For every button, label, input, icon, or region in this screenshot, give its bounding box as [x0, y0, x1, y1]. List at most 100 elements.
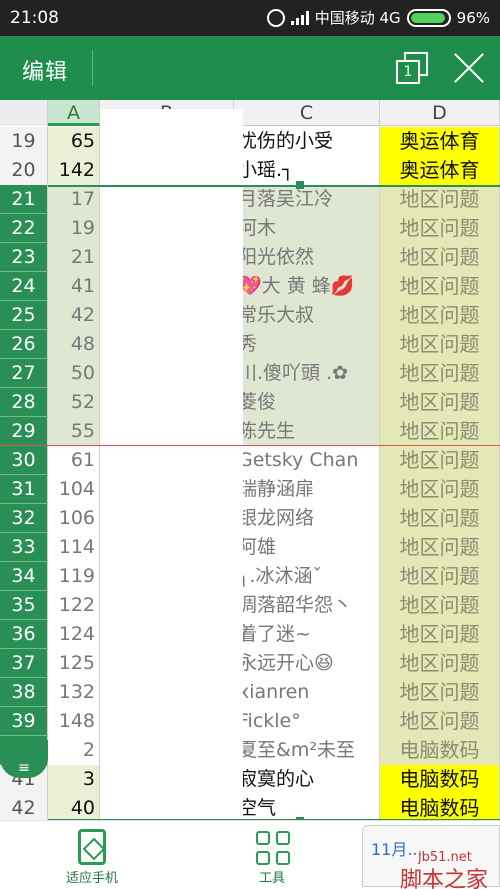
cell-c[interactable]: 河木 — [234, 214, 380, 243]
table-row[interactable]: 38 132 xianren 地区问题 — [0, 678, 500, 707]
table-row[interactable]: 35 122 凋落韶华怨丶 地区问题 — [0, 591, 500, 620]
cell-a[interactable]: 50 — [48, 359, 100, 388]
table-row[interactable]: 36 124 着了迷~ 地区问题 — [0, 620, 500, 649]
table-row[interactable]: 402夏至&m²未至电脑数码 — [0, 736, 500, 765]
cell-d[interactable]: 地区问题 — [380, 475, 500, 504]
cell-a[interactable]: 122 — [48, 591, 100, 620]
cell-c[interactable]: 着了迷~ — [234, 620, 380, 649]
cell-d[interactable]: 地区问题 — [380, 446, 500, 475]
cell-a[interactable]: 3 — [48, 765, 100, 794]
table-row[interactable]: 31 104 瑞静涵扉 地区问题 — [0, 475, 500, 504]
table-row[interactable]: 30 61 Getsky Chan 地区问题 — [0, 446, 500, 475]
cell-a[interactable]: 19 — [48, 214, 100, 243]
row-number[interactable]: 24 — [0, 272, 48, 301]
table-row[interactable]: 29 55 陈先生 地区问题 — [0, 417, 500, 446]
cell-c[interactable]: 空气 — [234, 794, 380, 820]
row-number[interactable]: 36 — [0, 620, 48, 649]
column-header-a[interactable]: A — [48, 100, 100, 126]
row-menu-handle[interactable]: ≡ — [0, 740, 48, 778]
cell-c[interactable]: 银龙网络 — [234, 504, 380, 533]
cell-a[interactable]: 104 — [48, 475, 100, 504]
cell-c[interactable]: 小瑶.┐ — [234, 156, 380, 185]
cell-d[interactable]: 地区问题 — [380, 185, 500, 214]
cell-d[interactable]: 电脑数码 — [380, 736, 500, 765]
cell-c[interactable]: 夏至&m²未至 — [234, 736, 380, 765]
cell-d[interactable]: 地区问题 — [380, 707, 500, 736]
selection-handle-top[interactable] — [296, 181, 304, 189]
cell-d[interactable]: 地区问题 — [380, 301, 500, 330]
cell-c[interactable]: 凋落韶华怨丶 — [234, 591, 380, 620]
row-number[interactable]: 20 — [0, 156, 48, 185]
cell-a[interactable]: 114 — [48, 533, 100, 562]
cell-a[interactable]: 61 — [48, 446, 100, 475]
cell-a[interactable]: 40 — [48, 794, 100, 820]
column-header-d[interactable]: D — [380, 100, 500, 126]
cell-a[interactable]: 132 — [48, 678, 100, 707]
column-header-c[interactable]: C — [234, 100, 380, 126]
table-row[interactable]: 22 19 河木 地区问题 — [0, 214, 500, 243]
close-icon[interactable] — [452, 50, 486, 84]
table-row[interactable]: 23 21 阳光依然 地区问题 — [0, 243, 500, 272]
cell-d[interactable]: 电脑数码 — [380, 765, 500, 794]
row-number[interactable]: 27 — [0, 359, 48, 388]
sheet-switch-icon[interactable]: 1 — [396, 52, 430, 84]
cell-d[interactable]: 地区问题 — [380, 359, 500, 388]
table-row[interactable]: 25 42 常乐大叔 地区问题 — [0, 301, 500, 330]
cell-a[interactable]: 42 — [48, 301, 100, 330]
cell-a[interactable]: 106 — [48, 504, 100, 533]
cell-c[interactable]: 阳光依然 — [234, 243, 380, 272]
row-number[interactable]: 26 — [0, 330, 48, 359]
cell-c[interactable]: 川.傻吖頭 .✿ — [234, 359, 380, 388]
cell-d[interactable]: 奥运体育 — [380, 127, 500, 156]
table-row[interactable]: 34 119 ╮.冰沐涵ˇ 地区问题 — [0, 562, 500, 591]
cell-a[interactable]: 124 — [48, 620, 100, 649]
cell-c[interactable]: 阿雄 — [234, 533, 380, 562]
cell-d[interactable]: 地区问题 — [380, 243, 500, 272]
row-number[interactable]: 38 — [0, 678, 48, 707]
cell-d[interactable]: 奥运体育 — [380, 156, 500, 185]
row-number[interactable]: 29 — [0, 417, 48, 446]
table-row[interactable]: 42 40 空气 电脑数码 — [0, 794, 500, 820]
cell-c[interactable]: 常乐大叔 — [234, 301, 380, 330]
cell-c[interactable]: 永远开心😆 — [234, 649, 380, 678]
table-row[interactable]: 41 3 寂寞的心 电脑数码 — [0, 765, 500, 794]
cell-a[interactable]: 125 — [48, 649, 100, 678]
cell-c[interactable]: ╮.冰沐涵ˇ — [234, 562, 380, 591]
cell-c[interactable]: Getsky Chan — [234, 446, 380, 475]
cell-a[interactable]: 48 — [48, 330, 100, 359]
row-number[interactable]: 21 — [0, 185, 48, 214]
cell-a[interactable]: 142 — [48, 156, 100, 185]
row-number[interactable]: 23 — [0, 243, 48, 272]
row-number[interactable]: 30 — [0, 446, 48, 475]
row-number[interactable]: 19 — [0, 127, 48, 156]
row-number[interactable]: 35 — [0, 591, 48, 620]
table-row[interactable]: 19 65 忧伤的小受 奥运体育 — [0, 127, 500, 156]
row-number[interactable]: 28 — [0, 388, 48, 417]
table-row[interactable]: 39 148 Fickle° 地区问题 — [0, 707, 500, 736]
row-number[interactable]: 39 — [0, 707, 48, 736]
cell-c[interactable]: 寂寞的心 — [234, 765, 380, 794]
cell-a[interactable]: 148 — [48, 707, 100, 736]
cell-c[interactable]: 菱俊 — [234, 388, 380, 417]
row-number[interactable]: 33 — [0, 533, 48, 562]
cell-c[interactable]: 💖大 黄 蜂💋 — [234, 272, 380, 301]
cell-a[interactable]: 17 — [48, 185, 100, 214]
row-number[interactable]: 25 — [0, 301, 48, 330]
cell-d[interactable]: 地区问题 — [380, 388, 500, 417]
fit-phone-button[interactable]: 适应手机 — [52, 821, 132, 889]
row-number[interactable]: 32 — [0, 504, 48, 533]
cell-a[interactable]: 21 — [48, 243, 100, 272]
table-row[interactable]: 37 125 永远开心😆 地区问题 — [0, 649, 500, 678]
cell-d[interactable]: 地区问题 — [380, 330, 500, 359]
cell-c[interactable]: xianren — [234, 678, 380, 707]
cell-c[interactable]: 月落吴江冷 — [234, 185, 380, 214]
cell-a[interactable]: 119 — [48, 562, 100, 591]
cell-d[interactable]: 地区问题 — [380, 649, 500, 678]
select-all-corner[interactable] — [0, 100, 48, 126]
cell-d[interactable]: 电脑数码 — [380, 794, 500, 820]
cell-d[interactable]: 地区问题 — [380, 272, 500, 301]
table-row[interactable]: 21 17 月落吴江冷 地区问题 — [0, 185, 500, 214]
row-number[interactable]: 34 — [0, 562, 48, 591]
cell-c[interactable]: 秀 — [234, 330, 380, 359]
edit-button[interactable]: 编辑 — [22, 54, 68, 86]
